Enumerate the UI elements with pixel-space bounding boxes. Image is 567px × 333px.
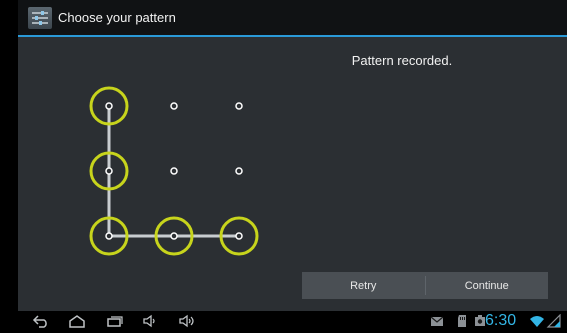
pattern-status-text: Pattern recorded. [351, 53, 453, 68]
recent-apps-icon[interactable] [106, 314, 124, 328]
pattern-dot-6[interactable] [235, 167, 243, 175]
button-bar: Retry Continue [302, 272, 548, 299]
clock[interactable]: 6:30 [485, 312, 516, 330]
settings-app-icon[interactable] [28, 7, 52, 29]
gmail-notification-icon[interactable] [430, 314, 444, 328]
battery-icon [546, 314, 564, 328]
volume-up-icon[interactable] [178, 314, 196, 328]
back-icon[interactable] [32, 314, 50, 328]
continue-button[interactable]: Continue [426, 272, 549, 299]
pattern-dot-5[interactable] [170, 167, 178, 175]
pattern-dot-2[interactable] [170, 102, 178, 110]
title-bar: Choose your pattern [18, 0, 567, 37]
app-window: Choose your pattern Pattern recorded. Re… [18, 0, 567, 333]
pattern-grid[interactable] [18, 37, 318, 311]
system-navigation-bar: 6:30 [18, 311, 567, 333]
retry-button[interactable]: Retry [302, 272, 425, 299]
wifi-icon [529, 314, 545, 328]
pattern-content: Pattern recorded. Retry Continue [18, 37, 567, 311]
sd-card-icon[interactable] [456, 314, 468, 328]
home-icon[interactable] [68, 314, 86, 328]
volume-down-icon[interactable] [142, 314, 160, 328]
pattern-dot-3[interactable] [235, 102, 243, 110]
page-title: Choose your pattern [58, 10, 176, 25]
